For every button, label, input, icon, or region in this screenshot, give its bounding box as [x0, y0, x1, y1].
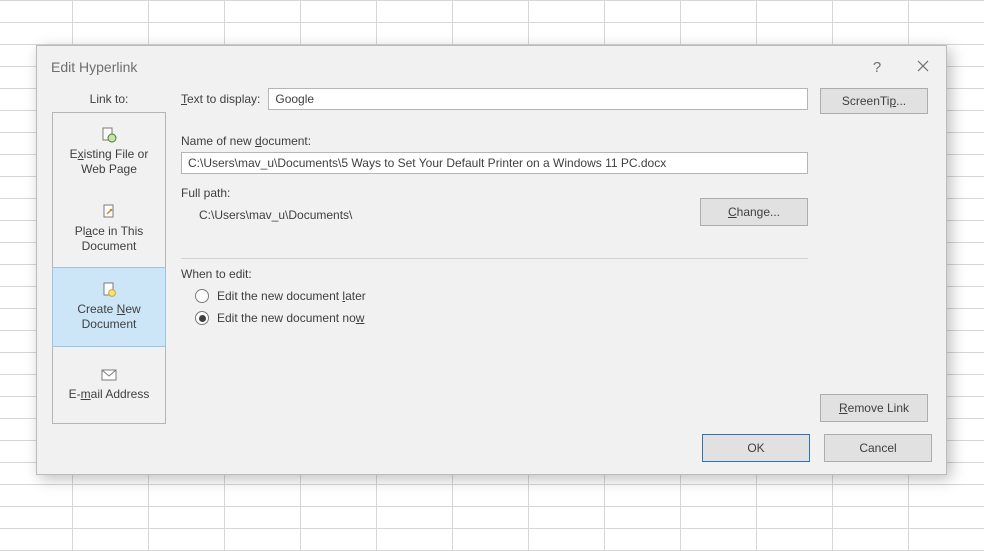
text-to-display-label: Text to display: — [181, 92, 260, 106]
linkto-item-label: Existing File or Web Page — [70, 147, 149, 177]
dialog-footer: OK Cancel — [37, 434, 946, 474]
linkto-item-label: E-mail Address — [69, 387, 150, 402]
radio-edit-later[interactable]: Edit the new document later — [181, 289, 808, 303]
name-new-doc-input[interactable] — [181, 152, 808, 174]
help-icon: ? — [873, 59, 881, 76]
globe-file-icon — [101, 127, 117, 143]
radio-icon — [195, 289, 209, 303]
divider — [181, 258, 808, 259]
radio-icon — [195, 311, 209, 325]
when-to-edit-label: When to edit: — [181, 267, 808, 281]
name-new-doc-label: Name of new document: — [181, 134, 808, 148]
change-button[interactable]: Change... — [700, 198, 808, 226]
new-document-icon — [101, 282, 117, 298]
edit-hyperlink-dialog: Edit Hyperlink ? Link to: — [36, 45, 947, 475]
linkto-place-in-doc[interactable]: Place in This Document — [53, 191, 165, 269]
close-icon — [917, 59, 929, 75]
dialog-title: Edit Hyperlink — [51, 59, 137, 75]
linkto-item-label: Place in This Document — [75, 224, 144, 254]
linkto-email-address[interactable]: E-mail Address — [53, 346, 165, 424]
text-to-display-input[interactable] — [268, 88, 808, 110]
cancel-button[interactable]: Cancel — [824, 434, 932, 462]
link-to-list: Existing File or Web Page Place in This … — [52, 112, 166, 424]
radio-label: Edit the new document later — [217, 289, 366, 303]
radio-label: Edit the new document now — [217, 311, 364, 325]
screentip-button[interactable]: ScreenTip... — [820, 88, 928, 114]
help-button[interactable]: ? — [854, 46, 900, 88]
text-to-display-row: Text to display: — [181, 88, 808, 110]
linkto-create-new-doc[interactable]: Create New Document — [52, 267, 166, 347]
link-to-label: Link to: — [90, 92, 129, 106]
envelope-icon — [101, 367, 117, 383]
radio-edit-now[interactable]: Edit the new document now — [181, 311, 808, 325]
document-target-icon — [101, 204, 117, 220]
close-button[interactable] — [900, 46, 946, 88]
linkto-item-label: Create New Document — [77, 302, 140, 332]
remove-link-button[interactable]: Remove Link — [820, 394, 928, 422]
ok-button[interactable]: OK — [702, 434, 810, 462]
dialog-titlebar: Edit Hyperlink ? — [37, 46, 946, 88]
linkto-existing-file[interactable]: Existing File or Web Page — [53, 113, 165, 191]
